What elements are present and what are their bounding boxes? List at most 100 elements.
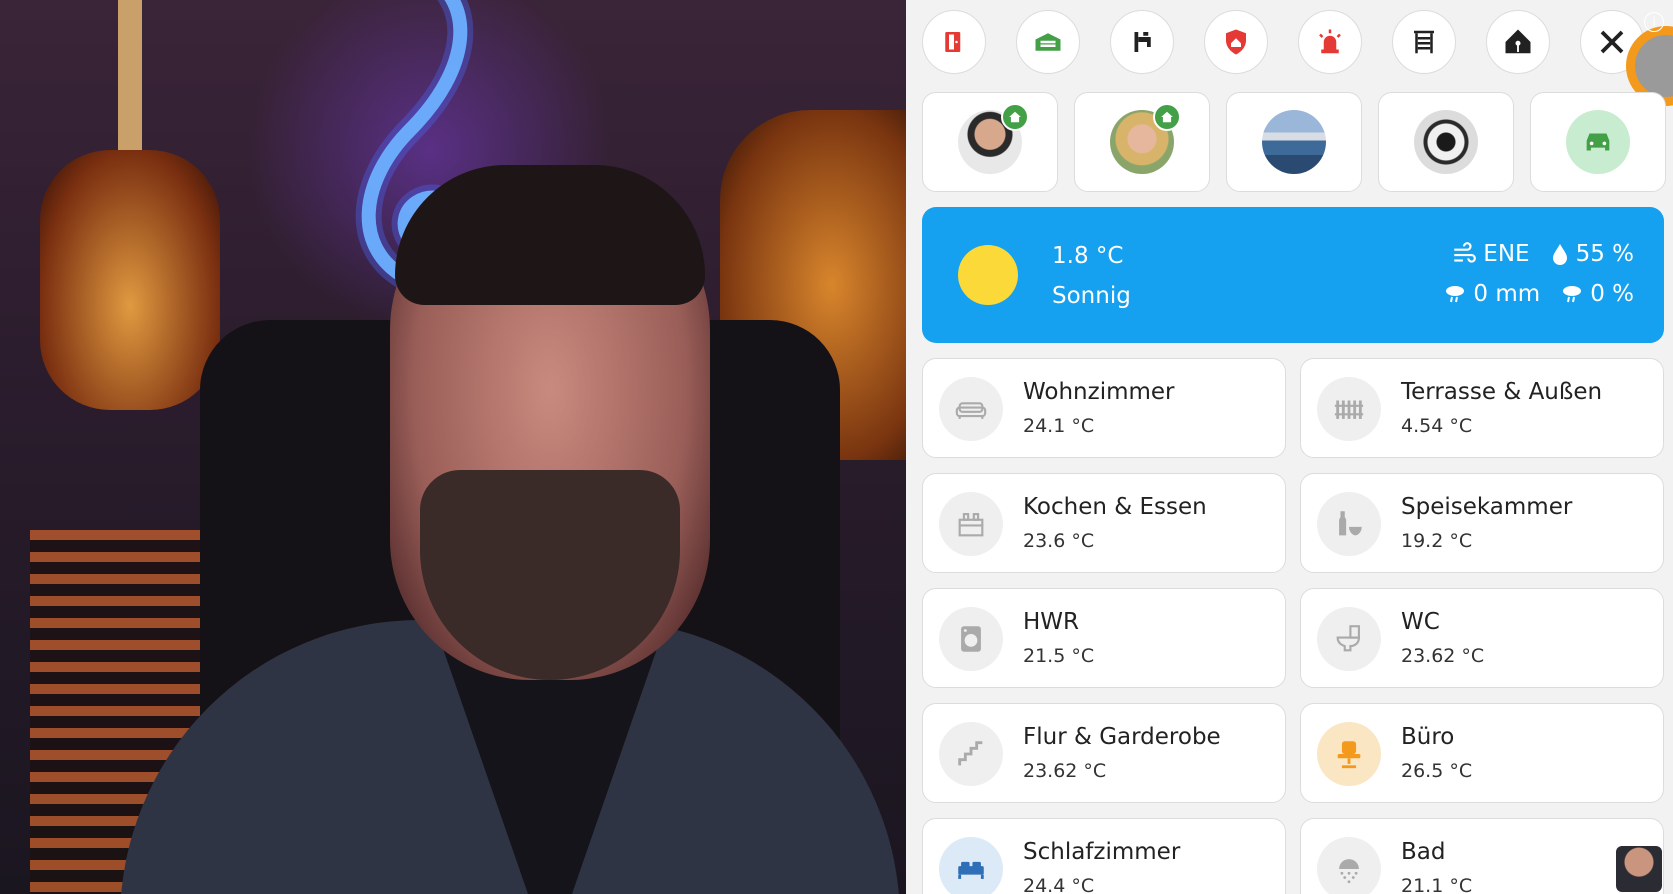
room-temperature: 24.4 °C — [1023, 875, 1095, 894]
precipitation-value: 0 mm — [1473, 281, 1541, 307]
car-avatar — [1566, 110, 1630, 174]
guitar-neck — [118, 0, 142, 170]
tap-button[interactable] — [1110, 10, 1174, 74]
room-name: Wohnzimmer — [1023, 379, 1175, 405]
room-grid: Wohnzimmer 24.1 °C Terrasse & Außen 4.54… — [922, 358, 1664, 894]
room-icon-badge — [939, 377, 1003, 441]
water-drop-icon — [1552, 244, 1567, 265]
room-temperature: 23.62 °C — [1023, 760, 1107, 782]
room-icon-badge — [1317, 607, 1381, 671]
room-card-hwr[interactable]: HWR 21.5 °C — [922, 588, 1286, 688]
precipitation-item: 0 mm — [1443, 281, 1540, 307]
room-name: WC — [1401, 609, 1440, 635]
stove-icon — [958, 513, 984, 537]
video-frame — [0, 0, 906, 894]
home-badge-icon — [1153, 103, 1181, 131]
weather-temperature: 1.8 °C — [1052, 243, 1124, 269]
room-card-kochen[interactable]: Kochen & Essen 23.6 °C — [922, 473, 1286, 573]
room-name: HWR — [1023, 609, 1080, 635]
shield-home-icon — [1226, 29, 1246, 55]
washing-machine-icon — [961, 626, 981, 652]
room-icon-badge — [1317, 492, 1381, 556]
room-temperature: 21.1 °C — [1401, 875, 1473, 894]
wind-item: ENE — [1451, 241, 1530, 267]
home-assistant-icon — [1505, 29, 1531, 54]
humidity-value: 55 % — [1575, 241, 1634, 267]
room-icon-badge — [1317, 837, 1381, 894]
info-icon[interactable]: i — [1644, 12, 1664, 32]
weather-condition: Sonnig — [1052, 283, 1131, 309]
electric-guitar — [40, 150, 220, 410]
door-button[interactable] — [922, 10, 986, 74]
room-name: Terrasse & Außen — [1401, 379, 1603, 405]
room-card-bad[interactable]: Bad 21.1 °C — [1300, 818, 1664, 894]
security-button[interactable] — [1204, 10, 1268, 74]
office-chair-icon — [1337, 741, 1361, 769]
home-badge-icon — [1001, 103, 1029, 131]
soccer-ball-avatar — [1414, 110, 1478, 174]
room-card-terrasse[interactable]: Terrasse & Außen 4.54 °C — [1300, 358, 1664, 458]
precip-probability-value: 0 % — [1590, 281, 1634, 307]
room-icon-badge — [939, 607, 1003, 671]
room-icon-badge — [939, 722, 1003, 786]
sunny-icon — [958, 245, 1018, 305]
room-name: Büro — [1401, 724, 1455, 750]
room-card-schlafzimmer[interactable]: Schlafzimmer 24.4 °C — [922, 818, 1286, 894]
room-card-buero[interactable]: Büro 26.5 °C — [1300, 703, 1664, 803]
person-card-2[interactable] — [1074, 92, 1210, 192]
weather-card[interactable]: 1.8 °C Sonnig ENE 55 % 0 mm 0 % — [922, 207, 1664, 343]
person-row — [922, 92, 1666, 192]
weather-row-top: ENE 55 % — [1451, 241, 1634, 267]
person-card-5[interactable] — [1530, 92, 1666, 192]
home-assistant-button[interactable] — [1486, 10, 1550, 74]
alarm-light-icon — [1319, 29, 1341, 54]
person-card-3[interactable] — [1226, 92, 1362, 192]
room-name: Bad — [1401, 839, 1446, 865]
sofa-icon — [955, 402, 987, 419]
bottle-bowl-icon — [1339, 511, 1362, 536]
room-temperature: 23.62 °C — [1401, 645, 1485, 667]
stairs-icon — [958, 741, 983, 766]
garage-icon — [1035, 33, 1061, 51]
shortcut-row — [922, 10, 1644, 74]
wind-icon — [1454, 242, 1477, 263]
hair — [395, 165, 705, 305]
room-card-flur[interactable]: Flur & Garderobe 23.62 °C — [922, 703, 1286, 803]
humidity-item: 55 % — [1550, 241, 1634, 267]
room-icon-badge — [1317, 377, 1381, 441]
room-name: Schlafzimmer — [1023, 839, 1181, 865]
room-card-wc[interactable]: WC 23.62 °C — [1300, 588, 1664, 688]
rain-cloud-icon — [1563, 286, 1582, 303]
room-temperature: 26.5 °C — [1401, 760, 1473, 782]
room-name: Flur & Garderobe — [1023, 724, 1221, 750]
dashboard-panel: i 1.8 °C Sonnig ENE 55 % 0 mm 0 % Wohnzi… — [906, 0, 1673, 894]
shutter-button[interactable] — [1392, 10, 1456, 74]
wind-direction: ENE — [1483, 241, 1530, 267]
person-card-1[interactable] — [922, 92, 1058, 192]
toilet-icon — [1336, 625, 1360, 652]
bed-icon — [958, 861, 984, 879]
fence-icon — [1334, 400, 1364, 419]
door-icon — [945, 32, 961, 52]
weather-row-bottom: 0 mm 0 % — [1443, 281, 1634, 307]
alarm-button[interactable] — [1298, 10, 1362, 74]
room-temperature: 24.1 °C — [1023, 415, 1095, 437]
room-icon-badge — [939, 492, 1003, 556]
room-temperature: 4.54 °C — [1401, 415, 1473, 437]
room-card-speisekammer[interactable]: Speisekammer 19.2 °C — [1300, 473, 1664, 573]
room-temperature: 23.6 °C — [1023, 530, 1095, 552]
room-temperature: 19.2 °C — [1401, 530, 1473, 552]
garage-button[interactable] — [1016, 10, 1080, 74]
channel-avatar[interactable] — [1616, 846, 1662, 892]
tools-icon — [1600, 30, 1624, 54]
person-card-4[interactable] — [1378, 92, 1514, 192]
room-name: Speisekammer — [1401, 494, 1573, 520]
room-temperature: 21.5 °C — [1023, 645, 1095, 667]
precip-probability-item: 0 % — [1560, 281, 1634, 307]
room-card-wohnzimmer[interactable]: Wohnzimmer 24.1 °C — [922, 358, 1286, 458]
room-name: Kochen & Essen — [1023, 494, 1207, 520]
room-icon-badge — [939, 837, 1003, 894]
shower-icon — [1339, 859, 1359, 884]
tap-icon — [1134, 32, 1151, 52]
room-icon-badge — [1317, 722, 1381, 786]
